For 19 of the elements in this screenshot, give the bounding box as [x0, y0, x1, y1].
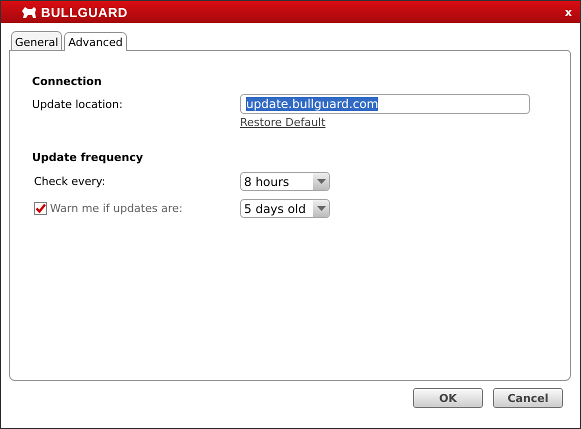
caret-icon [316, 179, 326, 184]
window-title: BULLGUARD [41, 4, 128, 20]
caret-icon [316, 206, 326, 211]
update-location-field[interactable]: update.bullguard.com [240, 94, 530, 114]
dialog-button[interactable]: Cancel [493, 388, 563, 408]
section-heading: Connection [32, 75, 103, 88]
checkbox[interactable] [34, 202, 47, 215]
section-heading: Update frequency [32, 151, 144, 164]
field-label: Check every: [34, 175, 106, 188]
bulldog-icon [21, 6, 37, 18]
dropdown[interactable]: 8 hours [240, 172, 330, 191]
field-label: Update location: [32, 98, 124, 110]
tab[interactable]: Advanced [64, 32, 127, 51]
tab[interactable]: General [11, 31, 62, 50]
close-button[interactable]: x [562, 6, 574, 18]
dialog-button[interactable]: OK [413, 388, 483, 408]
checkbox-label: Warn me if updates are: [50, 202, 183, 215]
restore-default-link[interactable]: Restore Default [240, 116, 326, 129]
dropdown[interactable]: 5 days old [240, 199, 330, 218]
